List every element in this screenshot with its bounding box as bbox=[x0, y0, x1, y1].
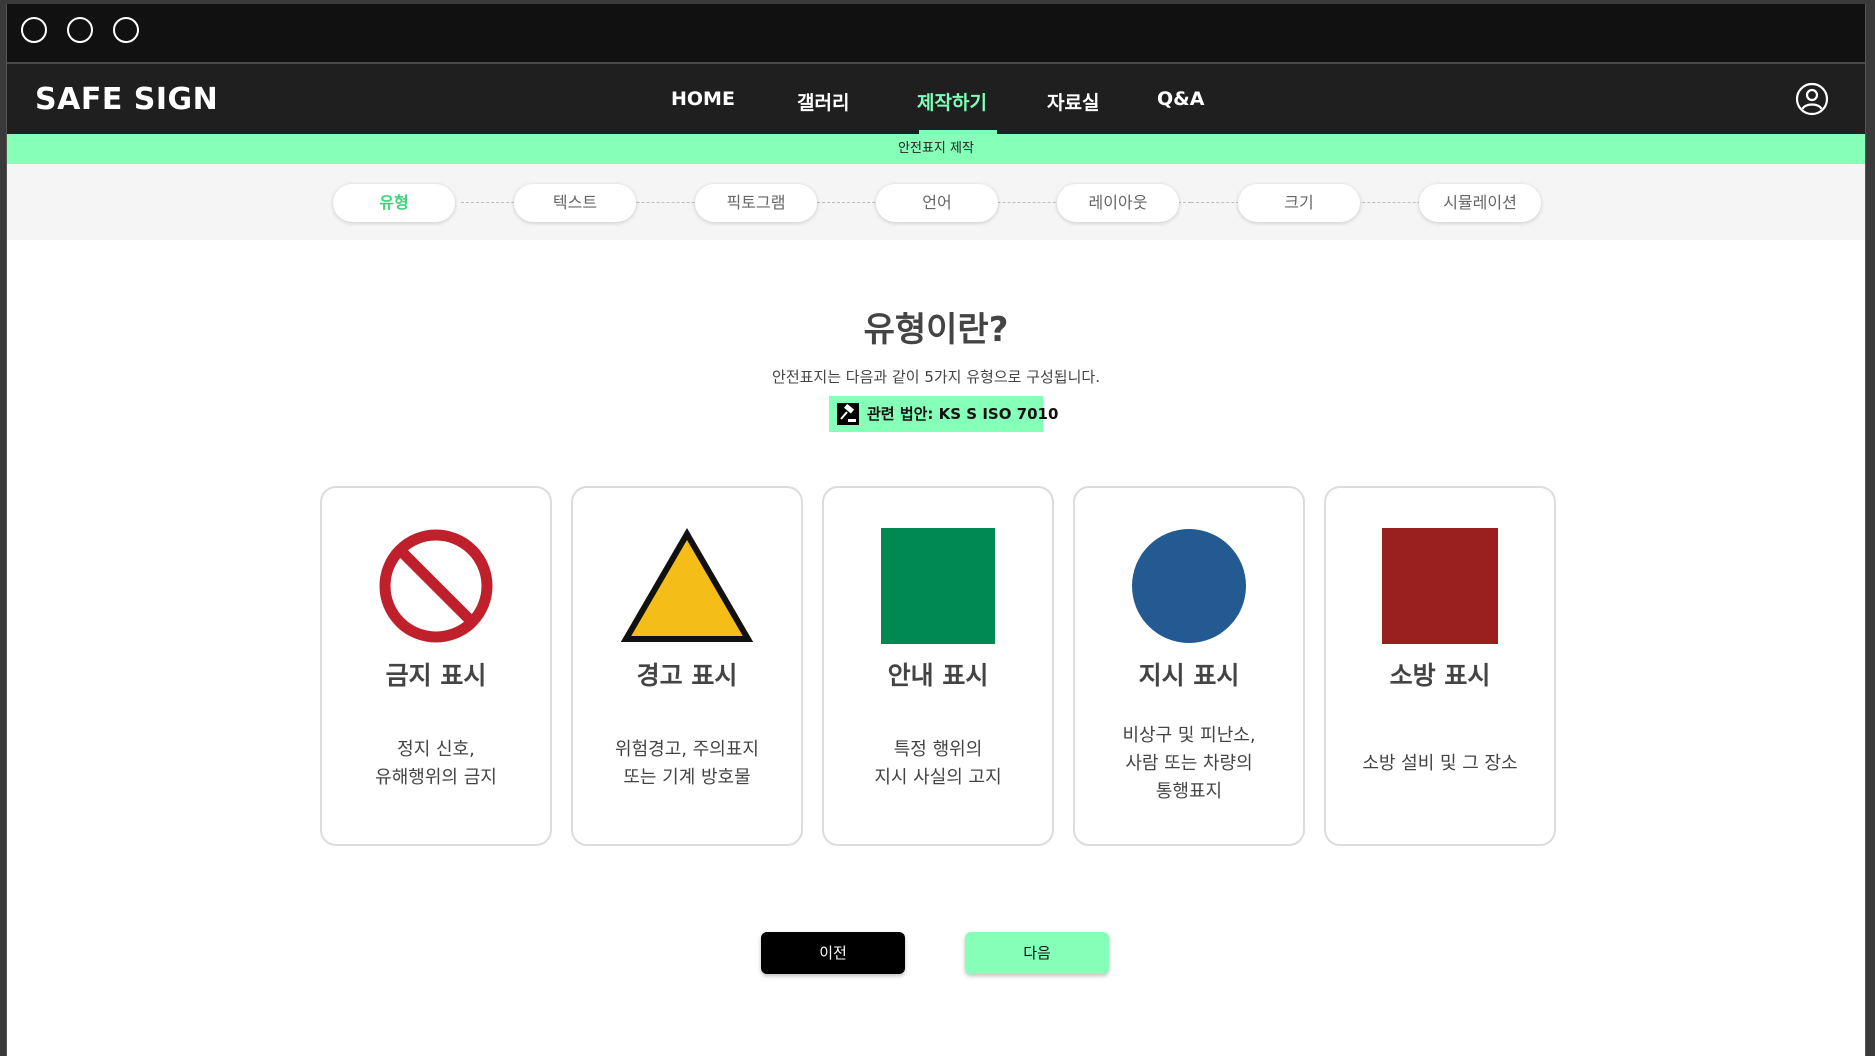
window-maximize-button[interactable] bbox=[113, 17, 139, 43]
card-title: 안내 표시 bbox=[887, 661, 989, 690]
section-banner: 안전표지 제작 bbox=[7, 134, 1865, 164]
step-progress: 유형 텍스트 픽토그램 언어 레이아웃 크기 시뮬레이션 bbox=[7, 164, 1865, 240]
card-guidance[interactable]: 안내 표시 특정 행위의 지시 사실의 고지 bbox=[822, 486, 1054, 846]
card-description: 정지 신호, 유해행위의 금지 bbox=[375, 739, 497, 788]
nav-item-qna[interactable]: Q&A bbox=[1157, 88, 1204, 110]
window-minimize-button[interactable] bbox=[67, 17, 93, 43]
law-label: 관련 법안: KS S ISO 7010 bbox=[867, 405, 1059, 423]
user-circle-icon[interactable] bbox=[1795, 82, 1829, 116]
sign-type-cards: 금지 표시 정지 신호, 유해행위의 금지 경고 표시 위험경고, 주의표지 또… bbox=[7, 486, 1865, 846]
green-square-icon bbox=[881, 528, 995, 644]
step-text[interactable]: 텍스트 bbox=[514, 184, 636, 222]
card-warning[interactable]: 경고 표시 위험경고, 주의표지 또는 기계 방호물 bbox=[571, 486, 803, 846]
page-subtitle: 안전표지는 다음과 같이 5가지 유형으로 구성됩니다. bbox=[772, 368, 1100, 386]
step-type[interactable]: 유형 bbox=[333, 184, 455, 222]
next-button[interactable]: 다음 bbox=[965, 932, 1109, 974]
card-prohibition[interactable]: 금지 표시 정지 신호, 유해행위의 금지 bbox=[320, 486, 552, 846]
card-description: 위험경고, 주의표지 또는 기계 방호물 bbox=[615, 739, 759, 788]
step-simulation[interactable]: 시뮬레이션 bbox=[1419, 184, 1541, 222]
step-language[interactable]: 언어 bbox=[876, 184, 998, 222]
nav-item-resources[interactable]: 자료실 bbox=[1047, 88, 1099, 115]
step-pictogram[interactable]: 픽토그램 bbox=[695, 184, 817, 222]
top-navigation: SAFE SIGN HOME 갤러리 제작하기 자료실 Q&A bbox=[7, 64, 1865, 134]
law-badge[interactable]: 관련 법안: KS S ISO 7010 bbox=[829, 396, 1058, 432]
card-description: 특정 행위의 지시 사실의 고지 bbox=[874, 739, 1002, 788]
step-size[interactable]: 크기 bbox=[1238, 184, 1360, 222]
warning-triangle-icon bbox=[621, 528, 753, 642]
nav-item-create[interactable]: 제작하기 bbox=[917, 88, 987, 115]
blue-circle-icon bbox=[1132, 529, 1246, 643]
window-close-button[interactable] bbox=[21, 17, 47, 43]
browser-frame: SAFE SIGN HOME 갤러리 제작하기 자료실 Q&A 안전표지 제작 … bbox=[6, 4, 1866, 1056]
card-title: 금지 표시 bbox=[385, 661, 487, 690]
page-title: 유형이란? bbox=[863, 310, 1009, 350]
card-title: 경고 표시 bbox=[636, 661, 738, 690]
card-description: 소방 설비 및 그 장소 bbox=[1362, 753, 1518, 774]
previous-button[interactable]: 이전 bbox=[761, 932, 905, 974]
nav-item-gallery[interactable]: 갤러리 bbox=[797, 88, 849, 115]
card-description: 비상구 및 피난소, 사람 또는 차량의 통행표지 bbox=[1122, 725, 1256, 802]
card-fire[interactable]: 소방 표시 소방 설비 및 그 장소 bbox=[1324, 486, 1556, 846]
card-title: 지시 표시 bbox=[1138, 661, 1240, 690]
card-instruction[interactable]: 지시 표시 비상구 및 피난소, 사람 또는 차량의 통행표지 bbox=[1073, 486, 1305, 846]
prohibition-circle-icon bbox=[379, 529, 493, 643]
section-banner-label: 안전표지 제작 bbox=[898, 141, 974, 156]
card-title: 소방 표시 bbox=[1389, 661, 1491, 690]
main-menu: HOME 갤러리 제작하기 자료실 Q&A bbox=[7, 64, 1865, 134]
nav-item-home[interactable]: HOME bbox=[671, 88, 735, 110]
red-square-icon bbox=[1382, 528, 1498, 644]
window-titlebar bbox=[7, 4, 1865, 64]
step-layout[interactable]: 레이아웃 bbox=[1057, 184, 1179, 222]
gavel-icon bbox=[837, 403, 859, 425]
